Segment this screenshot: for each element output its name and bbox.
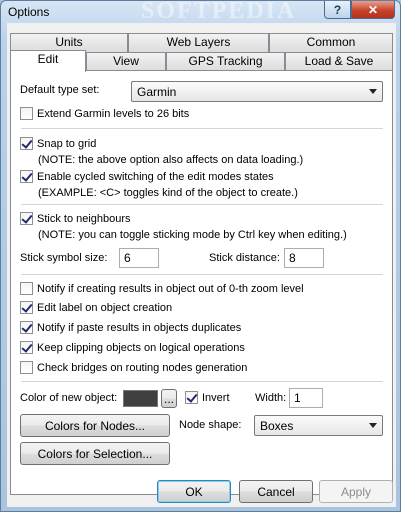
default-type-value: Garmin: [137, 84, 177, 99]
node-shape-label: Node shape:: [179, 419, 242, 431]
extend-garmin-label: Extend Garmin levels to 26 bits: [37, 107, 190, 120]
dialog-client: Units Web Layers Common View GPS Trackin…: [7, 23, 396, 507]
chevron-down-icon: [369, 89, 377, 94]
color-swatch[interactable]: [123, 390, 158, 407]
snap-grid-note: (NOTE: the above option also affects on …: [38, 154, 304, 166]
notify-paste-row[interactable]: Notify if paste results in objects dupli…: [20, 321, 241, 334]
color-new-label: Color of new object:: [20, 392, 118, 404]
tab-web-layers[interactable]: Web Layers: [128, 33, 269, 52]
notify-zoom-label: Notify if creating results in object out…: [37, 282, 304, 295]
stick-neighbours-checkbox[interactable]: [20, 212, 33, 225]
tab-gps-tracking[interactable]: GPS Tracking: [166, 52, 285, 71]
tab-common[interactable]: Common: [269, 33, 393, 52]
close-button[interactable]: ✕: [351, 1, 395, 19]
keep-clipping-checkbox[interactable]: [20, 341, 33, 354]
keep-clipping-row[interactable]: Keep clipping objects on logical operati…: [20, 341, 245, 354]
cycled-switching-note: (EXAMPLE: <C> toggles kind of the object…: [38, 187, 298, 199]
node-shape-select[interactable]: Boxes: [254, 415, 383, 436]
width-input[interactable]: 1: [289, 388, 323, 408]
notify-zoom-checkbox[interactable]: [20, 282, 33, 295]
apply-button[interactable]: Apply: [319, 480, 393, 503]
separator: [21, 204, 383, 205]
tab-view[interactable]: View: [86, 52, 166, 71]
invert-checkbox[interactable]: [185, 391, 198, 404]
window-title: Options: [8, 5, 50, 19]
invert-row[interactable]: Invert: [185, 391, 230, 404]
extend-garmin-checkbox[interactable]: [20, 107, 33, 120]
extend-garmin-row[interactable]: Extend Garmin levels to 26 bits: [20, 107, 189, 120]
edit-label-checkbox[interactable]: [20, 301, 33, 314]
stick-symbol-input[interactable]: 6: [119, 248, 159, 268]
snap-grid-checkbox[interactable]: [20, 137, 33, 150]
width-label: Width:: [255, 392, 287, 404]
notify-paste-checkbox[interactable]: [20, 321, 33, 334]
cycled-switching-label: Enable cycled switching of the edit mode…: [37, 170, 274, 183]
chevron-down-icon: [369, 423, 377, 428]
cycled-switching-checkbox[interactable]: [20, 170, 33, 183]
snap-grid-row[interactable]: Snap to grid: [20, 137, 96, 150]
color-browse-button[interactable]: ...: [161, 389, 177, 408]
options-window: Options SOFTPEDIA ? ✕ Units Web Layers C…: [0, 0, 401, 512]
stick-neighbours-row[interactable]: Stick to neighbours: [20, 212, 131, 225]
check-bridges-label: Check bridges on routing nodes generatio…: [37, 361, 248, 374]
stick-neighbours-label: Stick to neighbours: [37, 212, 131, 225]
help-button[interactable]: ?: [324, 1, 351, 19]
notify-paste-label: Notify if paste results in objects dupli…: [37, 321, 242, 334]
tab-load-save[interactable]: Load & Save: [285, 52, 393, 71]
snap-grid-label: Snap to grid: [37, 137, 97, 150]
separator: [21, 274, 383, 275]
colors-selection-button[interactable]: Colors for Selection...: [20, 442, 170, 465]
check-bridges-row[interactable]: Check bridges on routing nodes generatio…: [20, 361, 247, 374]
check-bridges-checkbox[interactable]: [20, 361, 33, 374]
default-type-select[interactable]: Garmin: [131, 81, 383, 102]
stick-symbol-label: Stick symbol size:: [20, 252, 108, 264]
cancel-button[interactable]: Cancel: [239, 480, 313, 503]
tab-edit[interactable]: Edit: [10, 50, 86, 72]
default-type-label: Default type set:: [20, 84, 100, 96]
cycled-switching-row[interactable]: Enable cycled switching of the edit mode…: [20, 170, 274, 183]
edit-panel: Default type set: Garmin Extend Garmin l…: [10, 70, 393, 495]
stick-distance-input[interactable]: 8: [284, 248, 324, 268]
colors-nodes-button[interactable]: Colors for Nodes...: [20, 414, 170, 437]
notify-zoom-row[interactable]: Notify if creating results in object out…: [20, 282, 304, 295]
edit-label-label: Edit label on object creation: [37, 301, 173, 314]
invert-label: Invert: [202, 391, 230, 404]
separator: [21, 381, 383, 382]
keep-clipping-label: Keep clipping objects on logical operati…: [37, 341, 245, 354]
node-shape-value: Boxes: [260, 418, 294, 433]
ok-button[interactable]: OK: [157, 480, 231, 503]
separator: [21, 128, 383, 129]
edit-label-row[interactable]: Edit label on object creation: [20, 301, 172, 314]
title-bar[interactable]: Options SOFTPEDIA ? ✕: [1, 0, 400, 24]
stick-distance-label: Stick distance:: [209, 252, 280, 264]
stick-neighbours-note: (NOTE: you can toggle sticking mode by C…: [38, 229, 347, 241]
watermark-logo: SOFTPEDIA: [141, 0, 297, 24]
